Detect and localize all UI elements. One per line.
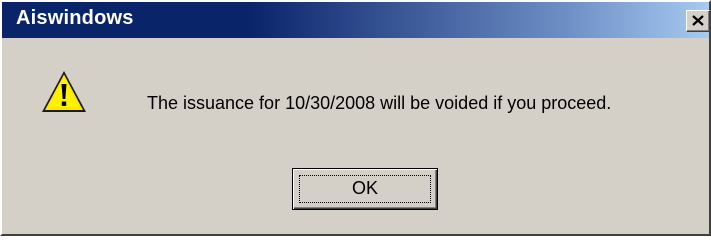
window-title: Aiswindows	[16, 7, 134, 29]
title-bar[interactable]: Aiswindows	[2, 2, 710, 38]
message-dialog: Aiswindows The issuance for 10/30/2008 w…	[0, 0, 711, 236]
ok-button-label: OK	[351, 178, 378, 198]
warning-icon	[42, 71, 86, 112]
close-button[interactable]	[686, 10, 710, 32]
close-icon	[692, 15, 704, 26]
ok-button[interactable]: OK	[292, 168, 438, 210]
dialog-message: The issuance for 10/30/2008 will be void…	[147, 93, 612, 113]
